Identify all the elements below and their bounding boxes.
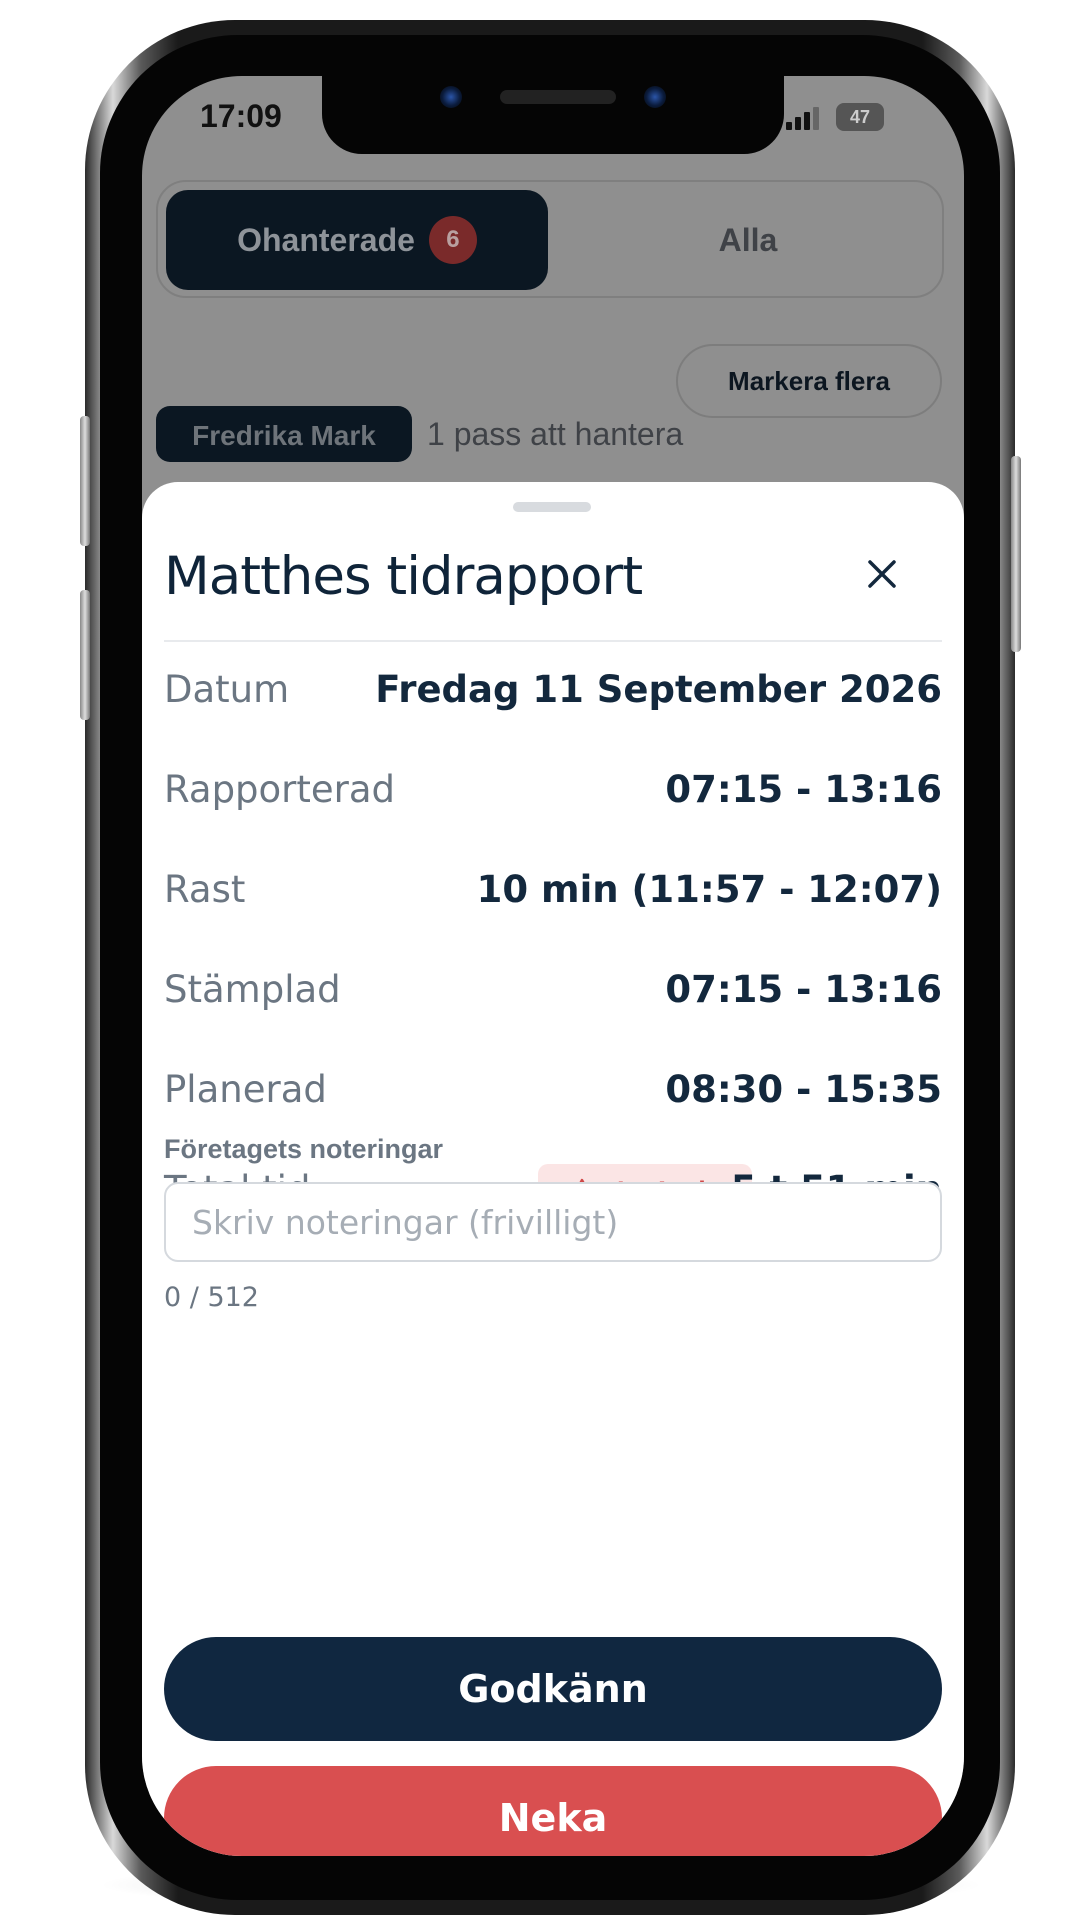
deny-button[interactable]: Neka [164, 1766, 942, 1856]
row-rast: Rast 10 min (11:57 - 12:07) [164, 868, 942, 928]
row-value: 07:15 - 13:16 [665, 768, 942, 811]
count-badge: 6 [428, 216, 477, 264]
row-value: Fredag 11 September 2026 [375, 668, 942, 711]
battery-icon: 47 [836, 103, 884, 131]
row-stamplad: Stämplad 07:15 - 13:16 [164, 968, 942, 1028]
row-planerad: Planerad 08:30 - 15:35 [164, 1068, 942, 1128]
row-value: 07:15 - 13:16 [665, 968, 942, 1011]
tab-label: Ohanterade [237, 221, 415, 258]
sheet-grabber[interactable] [513, 502, 591, 512]
character-counter: 0 / 512 [164, 1282, 259, 1313]
row-value: 10 min (11:57 - 12:07) [476, 868, 942, 911]
time-report-sheet: Matthes tidrapport Datum Fredag 11 Septe… [142, 482, 964, 1856]
tab-alla[interactable]: Alla [558, 190, 938, 290]
side-button-silent [80, 416, 90, 546]
notes-input[interactable] [164, 1182, 942, 1262]
close-icon[interactable] [860, 552, 904, 596]
pass-count-text: 1 pass att hantera [427, 416, 684, 452]
approve-button[interactable]: Godkänn [164, 1637, 942, 1741]
notch [322, 76, 784, 154]
notes-label: Företagets noteringar [164, 1134, 444, 1164]
row-label: Stämplad [164, 968, 341, 1011]
mark-multiple-button[interactable]: Markera flera [676, 344, 942, 418]
front-camera-icon [440, 86, 462, 108]
divider [164, 640, 942, 642]
signal-icon [786, 106, 822, 130]
segmented-control: Ohanterade 6 Alla [156, 180, 944, 298]
row-label: Rapporterad [164, 768, 396, 811]
status-time: 17:09 [200, 98, 282, 134]
row-rapporterad: Rapporterad 07:15 - 13:16 [164, 768, 942, 828]
screen: 17:09 47 Ohanterade 6 Alla Markera flera… [142, 76, 964, 1856]
employee-chip[interactable]: Fredrika Mark [156, 406, 412, 462]
sheet-title: Matthes tidrapport [164, 546, 643, 607]
tab-ohanterade[interactable]: Ohanterade 6 [166, 190, 548, 290]
row-label: Rast [164, 868, 246, 911]
sensor-icon [644, 86, 666, 108]
row-label: Planerad [164, 1068, 327, 1111]
row-datum: Datum Fredag 11 September 2026 [164, 668, 942, 728]
earpiece-speaker [500, 90, 616, 104]
side-button-power [1011, 456, 1021, 652]
row-value: 08:30 - 15:35 [665, 1068, 942, 1111]
side-button-volume [80, 590, 90, 720]
row-label: Datum [164, 668, 290, 711]
